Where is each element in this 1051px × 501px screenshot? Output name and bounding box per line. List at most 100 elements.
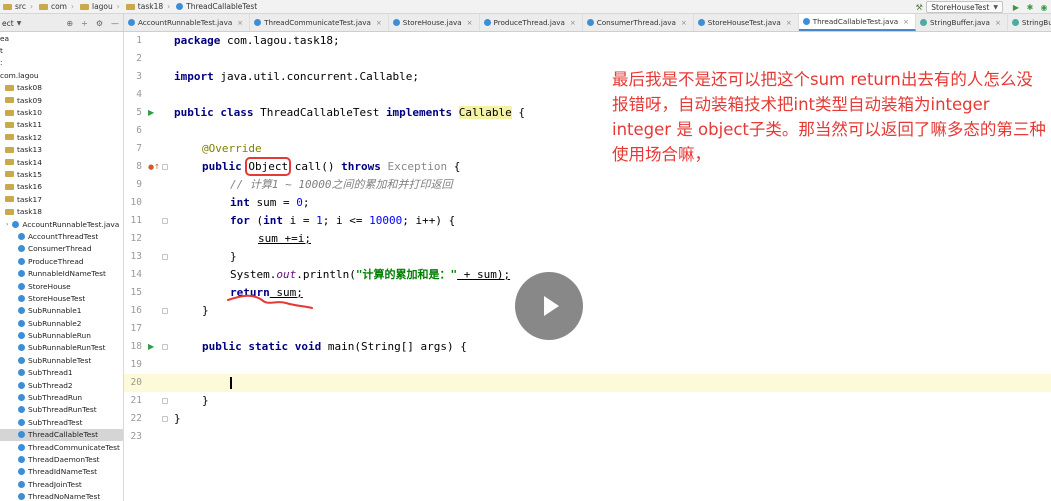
fold-icon[interactable] — [162, 308, 168, 314]
code-line[interactable]: 21} — [124, 392, 1051, 410]
tree-item-class[interactable]: ProduceThread — [0, 255, 123, 267]
fold-icon[interactable] — [162, 254, 168, 260]
tab-stringbuilder[interactable]: StringBuilder — [1008, 14, 1051, 31]
tree-item-class[interactable]: ThreadIdNameTest — [0, 466, 123, 478]
tree-item-class[interactable]: SubThread2 — [0, 379, 123, 391]
breadcrumb-task18[interactable]: task18 › — [123, 2, 173, 11]
run-configuration-select[interactable]: StoreHouseTest ▼ — [926, 1, 1003, 13]
tab-storehousetest[interactable]: StoreHouseTest.java × — [694, 14, 799, 31]
breadcrumb-lagou[interactable]: lagou › — [77, 2, 123, 11]
tree-item-class[interactable]: SubRunnable2 — [0, 317, 123, 329]
tree-item-class[interactable]: SubRunnableRun — [0, 329, 123, 341]
tree-item-class[interactable]: ThreadDaemonTest — [0, 453, 123, 465]
code-line[interactable]: 22} — [124, 410, 1051, 428]
tab-threadcallabletest[interactable]: ThreadCallableTest.java × — [798, 14, 916, 31]
tree-item[interactable]: ea — [0, 32, 123, 44]
override-gutter-icon[interactable]: ●↑ — [148, 158, 160, 176]
close-icon[interactable]: × — [903, 18, 909, 26]
code-line[interactable]: 12 sum +=i; — [124, 230, 1051, 248]
fold-icon[interactable] — [162, 398, 168, 404]
tree-item-class[interactable]: SubRunnableRunTest — [0, 342, 123, 354]
tree-item-class[interactable]: SubRunnable1 — [0, 305, 123, 317]
code-line[interactable]: 18 ▶ public static void main(String[] args… — [124, 338, 1051, 356]
run-icon[interactable]: ▶ — [1009, 3, 1023, 12]
fold-icon[interactable] — [162, 416, 168, 422]
gear-icon[interactable]: ⚙ — [96, 19, 103, 28]
code-line[interactable]: 2 — [124, 50, 1051, 68]
tree-item-task09[interactable]: task09 — [0, 94, 123, 106]
close-icon[interactable]: × — [237, 19, 243, 27]
breadcrumb-com[interactable]: com › — [36, 2, 77, 11]
code-line[interactable]: 16} — [124, 302, 1051, 320]
tree-item-class[interactable]: StoreHouse — [0, 280, 123, 292]
tree-item-task10[interactable]: task10 — [0, 106, 123, 118]
keyword: public — [202, 160, 242, 173]
code-line[interactable]: 23 — [124, 428, 1051, 446]
chevron-right-icon[interactable]: › — [6, 221, 8, 228]
tree-item-class[interactable]: AccountThreadTest — [0, 230, 123, 242]
tree-item-class[interactable]: SubThreadRun — [0, 391, 123, 403]
close-icon[interactable]: × — [681, 19, 687, 27]
run-gutter-icon[interactable]: ▶ — [148, 104, 154, 122]
tree-item-class[interactable]: SubThread1 — [0, 367, 123, 379]
tree-item-package[interactable]: com.lagou — [0, 69, 123, 81]
tree-item-task17[interactable]: task17 — [0, 193, 123, 205]
tree-item-task11[interactable]: task11 — [0, 119, 123, 131]
code-line[interactable]: 9 // 计算1 ~ 10000之间的累加和并打印返回 — [124, 176, 1051, 194]
breadcrumb-class[interactable]: ThreadCallableTest — [173, 2, 260, 11]
tab-consumerthread[interactable]: ConsumerThread.java × — [583, 14, 694, 31]
debug-icon[interactable]: ✱ — [1023, 3, 1037, 12]
run-gutter-icon[interactable]: ▶ — [148, 338, 154, 356]
tree-item-class[interactable]: StoreHouseTest — [0, 292, 123, 304]
tree-item-class[interactable]: › AccountRunnableTest.java — [0, 218, 123, 230]
tab-storehouse[interactable]: StoreHouse.java × — [389, 14, 480, 31]
tree-item-class[interactable]: ConsumerThread — [0, 243, 123, 255]
video-play-button[interactable] — [515, 272, 583, 340]
tree-item-class[interactable]: ThreadCommunicateTest — [0, 441, 123, 453]
tab-producethread[interactable]: ProduceThread.java × — [480, 14, 583, 31]
close-icon[interactable]: × — [995, 19, 1001, 27]
code-line[interactable]: 10 int sum = 0; — [124, 194, 1051, 212]
tree-item-class[interactable]: ThreadNoNameTest — [0, 490, 123, 501]
code-line[interactable]: 13} — [124, 248, 1051, 266]
close-icon[interactable]: × — [786, 19, 792, 27]
close-icon[interactable]: × — [467, 19, 473, 27]
tree-item-task08[interactable]: task08 — [0, 82, 123, 94]
close-icon[interactable]: × — [376, 19, 382, 27]
tree-item-task12[interactable]: task12 — [0, 131, 123, 143]
hide-icon[interactable]: — — [111, 19, 119, 28]
tree-item-task13[interactable]: task13 — [0, 144, 123, 156]
tree-item[interactable]: : — [0, 57, 123, 69]
fold-icon[interactable] — [162, 344, 168, 350]
fold-icon[interactable] — [162, 164, 168, 170]
code-line[interactable]: 1 package com.lagou.task18; — [124, 32, 1051, 50]
tree-item[interactable]: t — [0, 44, 123, 56]
locate-icon[interactable]: ⊕ — [66, 19, 73, 28]
coverage-icon[interactable]: ◉ — [1037, 3, 1051, 12]
tree-item-class[interactable]: RunnableIdNameTest — [0, 267, 123, 279]
close-icon[interactable]: × — [570, 19, 576, 27]
tab-stringbuffer[interactable]: StringBuffer.java × — [916, 14, 1008, 31]
code-line[interactable]: 19 — [124, 356, 1051, 374]
tree-item-task14[interactable]: task14 — [0, 156, 123, 168]
tree-item-class[interactable]: SubThreadRunTest — [0, 404, 123, 416]
fold-icon[interactable] — [162, 218, 168, 224]
tree-item-class-selected[interactable]: ThreadCallableTest — [0, 428, 123, 441]
code-line[interactable]: 14 System.out.println("计算的累加和是：" + sum); — [124, 266, 1051, 284]
tree-item-task16[interactable]: task16 — [0, 181, 123, 193]
hammer-icon[interactable]: ⚒ — [912, 3, 926, 12]
tab-accountrunnabletest[interactable]: AccountRunnableTest.java × — [124, 14, 251, 31]
tree-item-class[interactable]: ThreadJoinTest — [0, 478, 123, 490]
tree-item-class[interactable]: SubRunnableTest — [0, 354, 123, 366]
code-line[interactable]: 11 for (int i = 1; i <= 10000; i++) { — [124, 212, 1051, 230]
breadcrumb-src[interactable]: src › — [0, 2, 36, 11]
tree-item-task15[interactable]: task15 — [0, 168, 123, 180]
tree-item-class[interactable]: SubThreadTest — [0, 416, 123, 428]
code-line[interactable]: 15 return sum; — [124, 284, 1051, 302]
code-line-current[interactable]: 20 — [124, 374, 1051, 392]
tree-item-task18[interactable]: task18 — [0, 205, 123, 217]
collapse-icon[interactable]: ÷ — [81, 19, 88, 28]
code-line[interactable]: 17 — [124, 320, 1051, 338]
project-panel-header[interactable]: ect ▼ ⊕ ÷ ⚙ — — [0, 14, 124, 32]
tab-threadcommunicatetest[interactable]: ThreadCommunicateTest.java × — [250, 14, 389, 31]
